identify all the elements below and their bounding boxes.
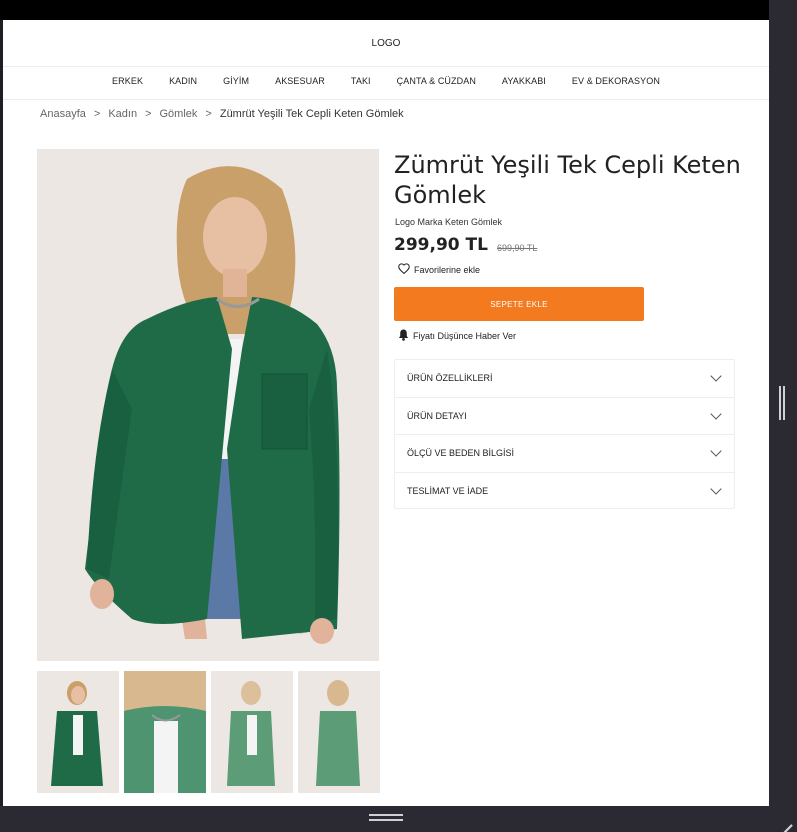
breadcrumb-separator: > — [145, 108, 152, 120]
bell-icon — [398, 329, 409, 343]
breadcrumb-separator: > — [205, 108, 212, 120]
nav-item-ev[interactable]: EV & DEKORASYON — [559, 76, 673, 86]
chevron-down-icon — [710, 370, 722, 382]
breadcrumb-gomlek[interactable]: Gömlek — [160, 108, 198, 120]
resize-corner-icon[interactable] — [772, 808, 793, 832]
product-brand-line: Logo Marka Keten Gömlek — [395, 217, 503, 227]
favorite-button[interactable]: Favorilerine ekle — [398, 263, 480, 276]
nav-item-kadin[interactable]: KADIN — [156, 76, 210, 86]
product-thumbnail-3[interactable] — [211, 671, 293, 793]
product-main-image[interactable] — [37, 149, 379, 661]
product-accordion: ÜRÜN ÖZELLİKLERİ ÜRÜN DETAYI ÖLÇÜ VE BED… — [394, 359, 735, 509]
nav-item-taki[interactable]: TAKI — [338, 76, 384, 86]
product-thumbnail-1[interactable] — [37, 671, 119, 793]
accordion-item-features[interactable]: ÜRÜN ÖZELLİKLERİ — [395, 360, 734, 398]
chevron-down-icon — [710, 483, 722, 495]
breadcrumb-kadin[interactable]: Kadın — [108, 108, 137, 120]
horizontal-resize-handle[interactable] — [369, 814, 403, 822]
nav-item-canta[interactable]: ÇANTA & CÜZDAN — [384, 76, 489, 86]
product-page: LOGO ERKEK KADIN GİYİM AKSESUAR TAKI ÇAN… — [3, 20, 769, 806]
chevron-down-icon — [710, 445, 722, 457]
nav-item-aksesuar[interactable]: AKSESUAR — [262, 76, 338, 86]
product-title: Zümrüt Yeşili Tek Cepli Keten Gömlek — [394, 151, 741, 209]
price-alert-label: Fiyatı Düşünce Haber Ver — [413, 331, 517, 341]
product-thumbnail-4[interactable] — [298, 671, 380, 793]
product-price: 299,90 TL — [394, 235, 488, 255]
top-bar — [0, 0, 770, 20]
heart-icon — [398, 263, 410, 276]
divider — [3, 66, 769, 67]
site-logo[interactable]: LOGO — [3, 38, 769, 49]
nav-item-giyim[interactable]: GİYİM — [210, 76, 262, 86]
add-to-cart-button[interactable]: SEPETE EKLE — [394, 287, 644, 321]
breadcrumb-home[interactable]: Anasayfa — [40, 108, 86, 120]
accordion-item-delivery[interactable]: TESLİMAT VE İADE — [395, 473, 734, 511]
accordion-label: ÜRÜN ÖZELLİKLERİ — [407, 373, 493, 384]
nav-item-ayakkabi[interactable]: AYAKKABI — [489, 76, 559, 86]
vertical-resize-handle[interactable] — [779, 386, 785, 420]
breadcrumb: Anasayfa > Kadın > Gömlek > Zümrüt Yeşil… — [40, 108, 404, 120]
favorite-label: Favorilerine ekle — [414, 264, 481, 275]
product-thumbnail-2[interactable] — [124, 671, 206, 793]
breadcrumb-separator: > — [93, 108, 101, 120]
divider — [3, 99, 769, 100]
breadcrumb-current: Zümrüt Yeşili Tek Cepli Keten Gömlek — [219, 108, 404, 120]
nav-item-erkek[interactable]: ERKEK — [99, 76, 156, 86]
price-alert-button[interactable]: Fiyatı Düşünce Haber Ver — [398, 329, 516, 343]
chevron-down-icon — [710, 408, 722, 420]
accordion-item-details[interactable]: ÜRÜN DETAYI — [395, 398, 734, 435]
product-old-price: 699,90 TL — [497, 243, 538, 253]
accordion-label: TESLİMAT VE İADE — [407, 486, 489, 497]
accordion-item-size[interactable]: ÖLÇÜ VE BEDEN BİLGİSİ — [395, 435, 734, 473]
accordion-label: ÖLÇÜ VE BEDEN BİLGİSİ — [407, 448, 515, 459]
main-nav: ERKEK KADIN GİYİM AKSESUAR TAKI ÇANTA & … — [3, 76, 769, 86]
accordion-label: ÜRÜN DETAYI — [407, 410, 467, 421]
